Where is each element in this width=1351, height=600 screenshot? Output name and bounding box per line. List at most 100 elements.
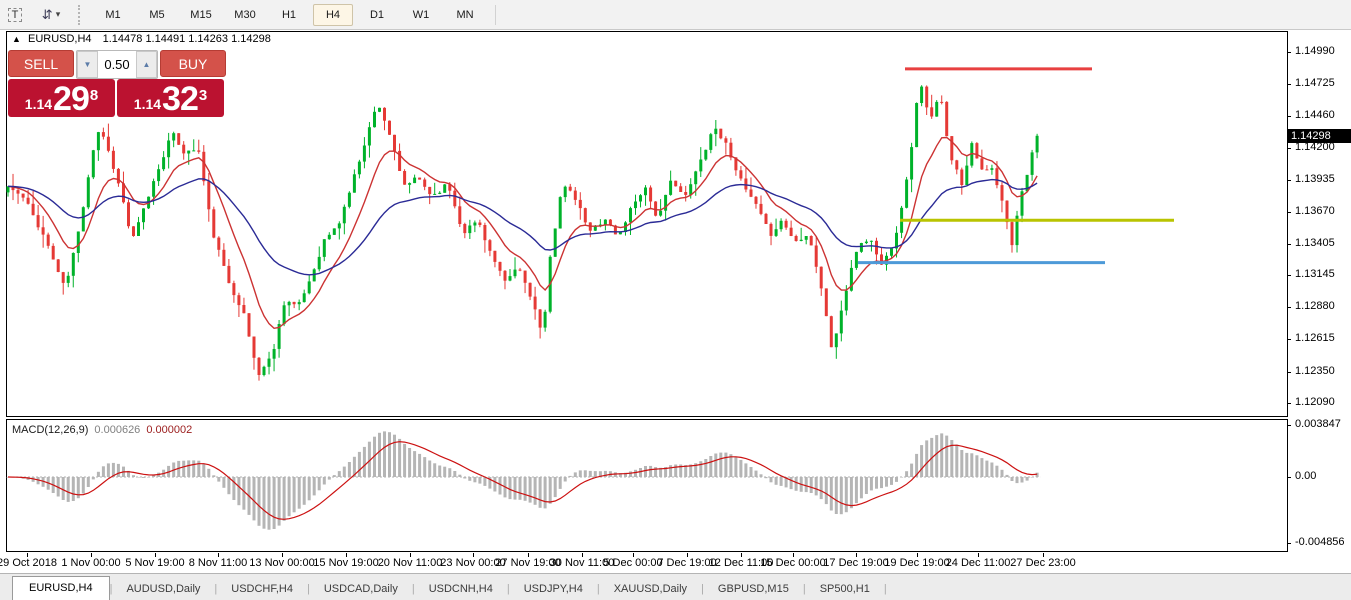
- candle-body: [920, 87, 923, 103]
- macd-histogram-bar: [463, 477, 466, 479]
- text-tool-button[interactable]: T: [4, 3, 26, 27]
- candle-body: [910, 147, 913, 179]
- price-axis-label: 1.12350: [1295, 365, 1335, 377]
- macd-histogram-bar: [117, 464, 120, 477]
- chart-tab-audusd-daily[interactable]: AUDUSD,Daily: [112, 578, 214, 600]
- macd-histogram-bar: [202, 464, 205, 477]
- macd-histogram-bar: [72, 477, 75, 501]
- macd-chart[interactable]: [0, 419, 1288, 552]
- chart-tab-usdcad-daily[interactable]: USDCAD,Daily: [310, 578, 412, 600]
- macd-histogram-bar: [458, 475, 461, 477]
- candle-body: [343, 207, 346, 224]
- date-axis-label: 20 Nov 11:00: [378, 557, 443, 569]
- toolbar-grip[interactable]: [78, 5, 85, 25]
- chart-tab-usdjpy-h4[interactable]: USDJPY,H4: [510, 578, 597, 600]
- chart-tabs-bar: EURUSD,H4|AUDUSD,Daily|USDCHF,H4|USDCAD,…: [0, 573, 1351, 600]
- sell-price-box[interactable]: 1.14 29 8: [8, 79, 115, 117]
- macd-histogram-bar: [242, 477, 245, 510]
- chart-tab-eurusd-h4[interactable]: EURUSD,H4: [12, 576, 110, 600]
- candle-body: [187, 151, 190, 154]
- price-axis-tick: [1287, 339, 1291, 340]
- sell-price-prefix: 1.14: [25, 93, 52, 115]
- candle-body: [905, 180, 908, 208]
- candle-body: [990, 168, 993, 170]
- candle-body: [1011, 222, 1014, 245]
- candle-body: [750, 190, 753, 197]
- candle-body: [835, 333, 838, 347]
- macd-histogram-bar: [222, 477, 225, 488]
- candle-body: [504, 271, 507, 281]
- date-axis[interactable]: 29 Oct 20181 Nov 00:005 Nov 19:008 Nov 1…: [0, 553, 1351, 573]
- arrange-windows-button[interactable]: ⇵ ▾: [33, 3, 69, 27]
- chart-tab-usdcnh-h4[interactable]: USDCNH,H4: [415, 578, 507, 600]
- timeframe-button-d1[interactable]: D1: [357, 4, 397, 26]
- candle-body: [227, 266, 230, 283]
- timeframe-button-m1[interactable]: M1: [93, 4, 133, 26]
- volume-input[interactable]: 0.50: [98, 51, 136, 78]
- volume-down-button[interactable]: ▼: [77, 51, 98, 78]
- timeframe-button-h1[interactable]: H1: [269, 4, 309, 26]
- candle-body: [699, 160, 702, 172]
- buy-price-main: 32: [162, 83, 198, 115]
- volume-up-button[interactable]: ▲: [136, 51, 157, 78]
- candle-body: [579, 200, 582, 208]
- macd-histogram-bar: [493, 477, 496, 492]
- mt4-window: T ⇵ ▾ M1M5M15M30H1H4D1W1MN ▲ EURUSD,H4 1…: [0, 0, 1351, 600]
- candle-body: [423, 180, 426, 187]
- timeframe-button-w1[interactable]: W1: [401, 4, 441, 26]
- chart-title: ▲ EURUSD,H4 1.14478 1.14491 1.14263 1.14…: [12, 33, 271, 45]
- macd-histogram-bar: [709, 456, 712, 477]
- macd-histogram-bar: [1026, 477, 1029, 481]
- collapse-arrow-icon[interactable]: ▲: [12, 34, 21, 44]
- candle-body: [112, 151, 115, 169]
- macd-histogram-bar: [855, 477, 858, 503]
- macd-histogram-bar: [945, 436, 948, 477]
- macd-histogram-bar: [865, 477, 868, 494]
- macd-histogram-bar: [985, 461, 988, 477]
- timeframe-button-m5[interactable]: M5: [137, 4, 177, 26]
- candle-body: [242, 305, 245, 313]
- timeframe-button-h4[interactable]: H4: [313, 4, 353, 26]
- macd-histogram-bar: [554, 477, 557, 497]
- candle-body: [574, 191, 577, 200]
- date-axis-label: 19 Dec 19:00: [884, 557, 949, 569]
- chart-tab-gbpusd-m15[interactable]: GBPUSD,M15: [704, 578, 803, 600]
- candle-body: [559, 197, 562, 228]
- price-axis-tick: [1287, 275, 1291, 276]
- candle-body: [323, 239, 326, 257]
- candle-body: [87, 177, 90, 207]
- price-axis[interactable]: 1.14298 1.149901.147251.144601.142001.13…: [1288, 31, 1351, 552]
- chart-tab-usdchf-h4[interactable]: USDCHF,H4: [217, 578, 307, 600]
- candle-body: [283, 305, 286, 324]
- candle-body: [102, 132, 105, 137]
- candle-body: [408, 183, 411, 185]
- price-axis-label: 1.12615: [1295, 332, 1335, 344]
- macd-histogram-bar: [704, 459, 707, 477]
- sell-button[interactable]: SELL: [8, 50, 74, 77]
- timeframe-button-mn[interactable]: MN: [445, 4, 485, 26]
- candle-body: [17, 190, 20, 194]
- sell-price-main: 29: [53, 83, 89, 115]
- chart-tab-xauusd-daily[interactable]: XAUUSD,Daily: [600, 578, 701, 600]
- chart-tab-sp500-h1[interactable]: SP500,H1: [806, 578, 884, 600]
- candle-body: [458, 206, 461, 224]
- macd-histogram-bar: [333, 475, 336, 477]
- macd-histogram-bar: [649, 466, 652, 477]
- candle-body: [47, 235, 50, 246]
- macd-histogram-bar: [343, 467, 346, 477]
- candle-body: [815, 246, 818, 267]
- macd-histogram-bar: [910, 464, 913, 477]
- buy-button[interactable]: BUY: [160, 50, 226, 77]
- macd-histogram-bar: [478, 477, 481, 484]
- buy-price-box[interactable]: 1.14 32 3: [117, 79, 224, 117]
- candle-body: [875, 241, 878, 255]
- candle-body: [443, 184, 446, 192]
- candle-body: [915, 103, 918, 147]
- macd-histogram-bar: [253, 477, 256, 520]
- macd-histogram-bar: [940, 433, 943, 477]
- candle-body: [363, 146, 366, 162]
- timeframe-button-m30[interactable]: M30: [225, 4, 265, 26]
- timeframe-button-m15[interactable]: M15: [181, 4, 221, 26]
- candle-body: [358, 162, 361, 175]
- macd-histogram-bar: [433, 463, 436, 477]
